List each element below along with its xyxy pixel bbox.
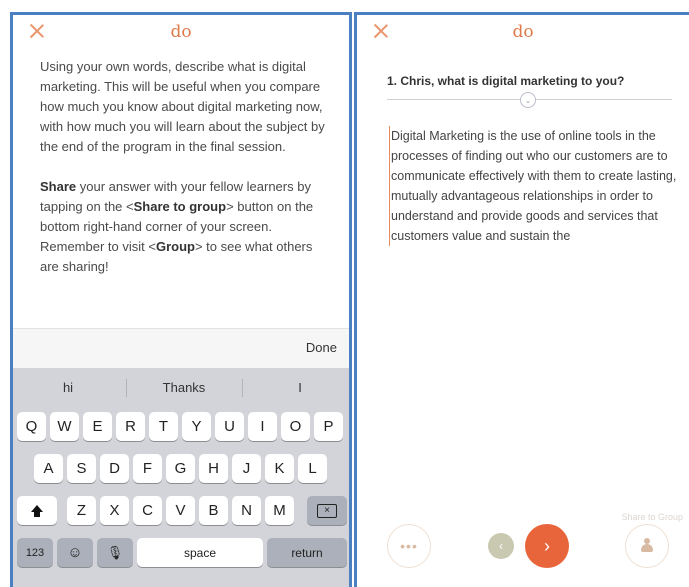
key-a[interactable]: A: [34, 454, 63, 483]
question-title: 1. Chris, what is digital marketing to y…: [387, 74, 625, 88]
key-d[interactable]: D: [100, 454, 129, 483]
shift-arrow-icon: [31, 505, 43, 517]
right-phone-screen: do 1. Chris, what is digital marketing t…: [354, 12, 689, 587]
key-l[interactable]: L: [298, 454, 327, 483]
suggestion-3[interactable]: I: [245, 380, 349, 395]
key-e[interactable]: E: [83, 412, 112, 441]
done-button[interactable]: Done: [306, 340, 337, 355]
key-k[interactable]: K: [265, 454, 294, 483]
key-c[interactable]: C: [133, 496, 162, 525]
suggestion-1[interactable]: hi: [13, 380, 123, 395]
key-m[interactable]: M: [265, 496, 294, 525]
next-button[interactable]: ›: [525, 524, 569, 568]
key-j[interactable]: J: [232, 454, 261, 483]
app-logo: do: [170, 22, 192, 42]
app-logo: do: [512, 22, 534, 42]
key-o[interactable]: O: [281, 412, 310, 441]
key-r[interactable]: R: [116, 412, 145, 441]
chevron-down-icon[interactable]: ⌄: [520, 92, 536, 108]
key-i[interactable]: I: [248, 412, 277, 441]
group-icon: [641, 538, 653, 552]
key-b[interactable]: B: [199, 496, 228, 525]
emoji-key[interactable]: ☺: [57, 538, 93, 567]
share-to-group-button[interactable]: [625, 524, 669, 568]
backspace-key[interactable]: ×: [307, 496, 347, 525]
previous-button[interactable]: ‹: [488, 533, 514, 559]
activity-instructions: Using your own words, describe what is d…: [13, 53, 349, 277]
return-key[interactable]: return: [267, 538, 347, 567]
suggestion-2[interactable]: Thanks: [129, 380, 239, 395]
microphone-key[interactable]: 🎙: [97, 538, 133, 567]
keyboard-accessory-bar: Done: [13, 328, 349, 368]
shift-key[interactable]: [17, 496, 57, 525]
onscreen-keyboard: hi Thanks I Q W E R T Y U I O P A S D F …: [13, 368, 349, 587]
top-bar: do: [13, 15, 349, 53]
group-text: Group: [155, 239, 195, 254]
key-h[interactable]: H: [199, 454, 228, 483]
suggestion-bar: hi Thanks I: [13, 368, 349, 408]
key-x[interactable]: X: [100, 496, 129, 525]
answer-textarea[interactable]: Digital Marketing is the use of online t…: [389, 126, 681, 246]
key-n[interactable]: N: [232, 496, 261, 525]
instructions-paragraph-2: Share your answer with your fellow learn…: [40, 177, 331, 277]
key-y[interactable]: Y: [182, 412, 211, 441]
space-key[interactable]: space: [137, 538, 263, 567]
key-g[interactable]: G: [166, 454, 195, 483]
left-phone-screen: do Using your own words, describe what i…: [10, 12, 352, 587]
backspace-icon: ×: [317, 503, 337, 518]
key-v[interactable]: V: [166, 496, 195, 525]
suggestion-divider: [126, 379, 127, 397]
suggestion-divider: [242, 379, 243, 397]
key-w[interactable]: W: [50, 412, 79, 441]
share-to-group-label: Share to Group: [621, 512, 683, 522]
key-q[interactable]: Q: [17, 412, 46, 441]
key-z[interactable]: Z: [67, 496, 96, 525]
numbers-key[interactable]: 123: [17, 538, 53, 567]
more-options-button[interactable]: •••: [387, 524, 431, 568]
key-s[interactable]: S: [67, 454, 96, 483]
share-to-group-text: Share to group: [133, 199, 227, 214]
key-u[interactable]: U: [215, 412, 244, 441]
share-word: Share: [40, 179, 77, 194]
instructions-paragraph-1: Using your own words, describe what is d…: [40, 59, 325, 154]
key-f[interactable]: F: [133, 454, 162, 483]
key-p[interactable]: P: [314, 412, 343, 441]
key-t[interactable]: T: [149, 412, 178, 441]
top-bar: do: [357, 15, 689, 53]
